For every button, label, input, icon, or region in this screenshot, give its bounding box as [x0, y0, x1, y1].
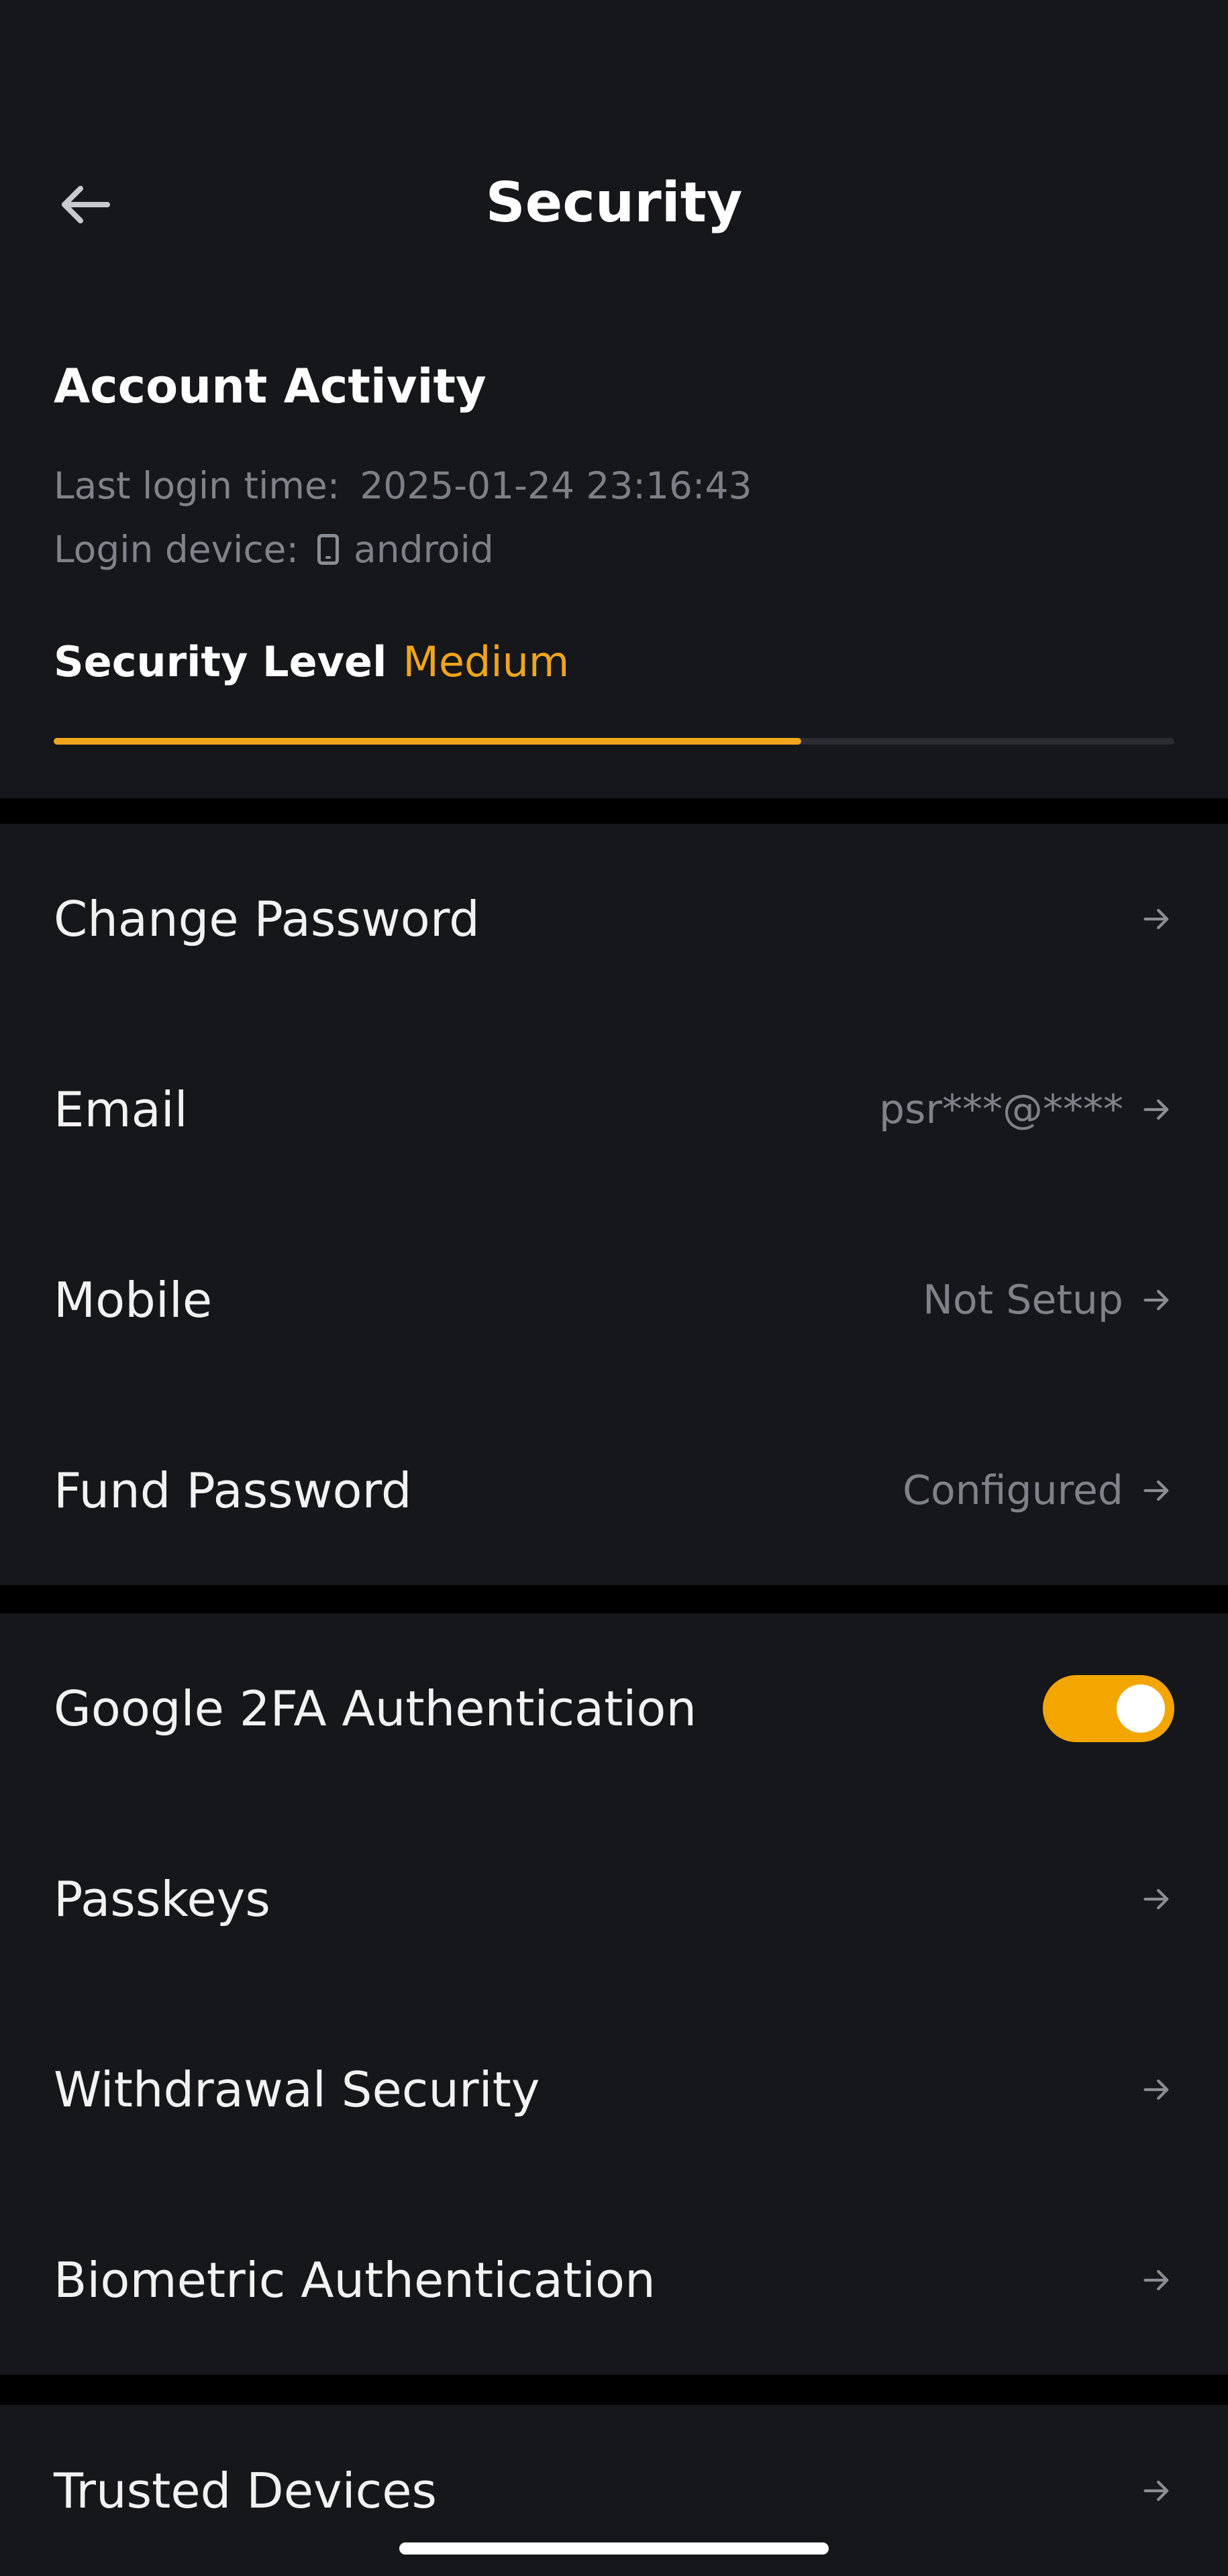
account-settings-section: Change Password Email psr***@**** Mobile… — [0, 824, 1228, 1585]
arrow-right-icon — [1143, 2269, 1169, 2291]
email-row[interactable]: Email psr***@**** — [0, 1014, 1228, 1205]
trusted-devices-label: Trusted Devices — [54, 2462, 438, 2519]
google-2fa-row: Google 2FA Authentication — [0, 1613, 1228, 1804]
withdrawal-security-row[interactable]: Withdrawal Security — [0, 1994, 1228, 2185]
withdrawal-security-label: Withdrawal Security — [54, 2061, 540, 2118]
mobile-value: Not Setup — [923, 1277, 1123, 1324]
phone-icon — [317, 534, 340, 565]
last-login-row: Last login time: 2025-01-24 23:16:43 — [54, 464, 752, 507]
passkeys-label: Passkeys — [54, 1871, 270, 1927]
last-login-label: Last login time: — [54, 464, 340, 507]
google-2fa-label: Google 2FA Authentication — [54, 1680, 697, 1737]
arrow-right-icon — [1143, 1888, 1169, 1910]
security-level-row: Security Level Medium — [54, 637, 569, 686]
fund-password-row[interactable]: Fund Password Configured — [0, 1395, 1228, 1586]
arrow-right-icon — [1143, 2480, 1169, 2501]
login-device-value: android — [354, 528, 494, 571]
login-device-label: Login device: — [54, 528, 299, 571]
last-login-value: 2025-01-24 23:16:43 — [360, 464, 752, 507]
biometric-authentication-row[interactable]: Biometric Authentication — [0, 2185, 1228, 2375]
arrow-right-icon — [1143, 1099, 1169, 1120]
account-activity-card: Security Account Activity Last login tim… — [0, 0, 1228, 798]
passkeys-row[interactable]: Passkeys — [0, 1804, 1228, 1994]
security-level-bar — [54, 738, 1174, 745]
arrow-right-icon — [1143, 1480, 1169, 1501]
authentication-section: Google 2FA Authentication Passkeys Withd… — [0, 1613, 1228, 2375]
fund-password-label: Fund Password — [54, 1462, 412, 1519]
account-activity-title: Account Activity — [54, 359, 487, 414]
change-password-row[interactable]: Change Password — [0, 824, 1228, 1014]
change-password-label: Change Password — [54, 891, 480, 947]
biometric-authentication-label: Biometric Authentication — [54, 2252, 656, 2308]
email-label: Email — [54, 1081, 188, 1138]
home-indicator[interactable] — [399, 2542, 829, 2555]
arrow-right-icon — [1143, 908, 1169, 930]
security-level-label: Security Level — [54, 637, 387, 686]
google-2fa-toggle[interactable] — [1043, 1675, 1174, 1742]
arrow-right-icon — [1143, 1289, 1169, 1311]
arrow-right-icon — [1143, 2079, 1169, 2100]
mobile-label: Mobile — [54, 1272, 213, 1328]
security-screen: Security Account Activity Last login tim… — [0, 0, 1228, 2576]
page-title: Security — [485, 171, 743, 235]
login-device-row: Login device: android — [54, 528, 494, 571]
email-value: psr***@**** — [878, 1086, 1123, 1133]
security-level-fill — [54, 738, 801, 745]
toggle-knob — [1117, 1684, 1165, 1733]
mobile-row[interactable]: Mobile Not Setup — [0, 1205, 1228, 1395]
security-level-value: Medium — [403, 637, 570, 686]
fund-password-value: Configured — [903, 1467, 1123, 1514]
